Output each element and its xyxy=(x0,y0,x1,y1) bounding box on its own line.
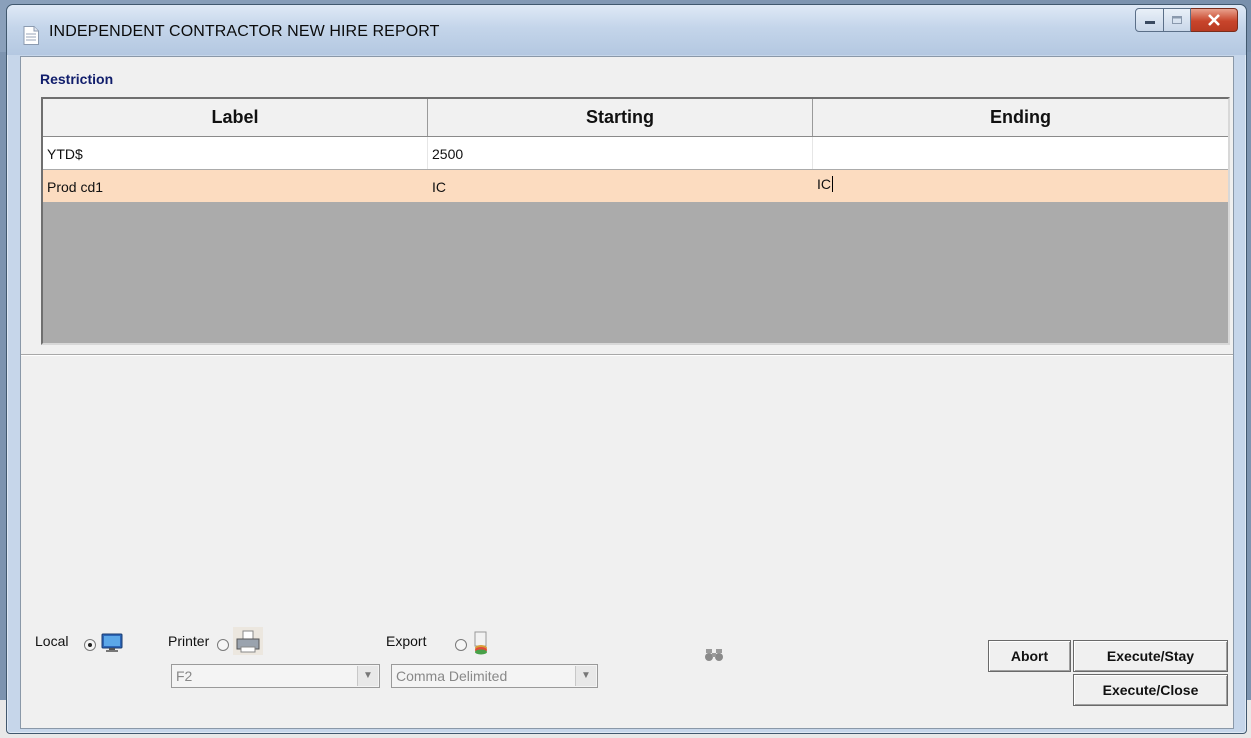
cell-ending-editing[interactable]: IC xyxy=(813,170,1228,202)
binoculars-icon[interactable] xyxy=(704,647,724,663)
export-format-select[interactable]: Comma Delimited ▼ xyxy=(391,664,598,688)
local-radio[interactable] xyxy=(84,639,96,651)
chevron-down-icon[interactable]: ▼ xyxy=(575,666,596,686)
export-icon xyxy=(474,631,487,655)
printer-label: Printer xyxy=(168,633,210,649)
table-row[interactable]: YTD$ 2500 xyxy=(43,137,1228,169)
minimize-icon xyxy=(1144,21,1155,24)
text-caret xyxy=(832,176,833,192)
chevron-down-icon[interactable]: ▼ xyxy=(357,666,378,686)
execute-stay-button[interactable]: Execute/Stay xyxy=(1073,640,1228,672)
column-header-label[interactable]: Label xyxy=(43,99,428,136)
export-radio[interactable] xyxy=(455,639,467,651)
close-icon xyxy=(1208,14,1220,26)
printer-select-value: F2 xyxy=(176,668,193,684)
cell-starting[interactable]: 2500 xyxy=(428,137,813,169)
restriction-section-label: Restriction xyxy=(40,71,114,87)
cell-ending[interactable] xyxy=(813,137,1228,169)
monitor-icon xyxy=(101,633,123,652)
table-row-selected[interactable]: Prod cd1 IC IC xyxy=(43,170,1228,202)
client-area: Restriction Label Starting Ending YTD$ 2… xyxy=(20,56,1234,729)
restriction-grid[interactable]: Label Starting Ending YTD$ 2500 Prod cd1… xyxy=(41,97,1230,345)
window-title: INDEPENDENT CONTRACTOR NEW HIRE REPORT xyxy=(49,23,440,40)
window-controls xyxy=(1135,8,1238,32)
cell-starting[interactable]: IC xyxy=(428,170,813,202)
cell-label[interactable]: Prod cd1 xyxy=(43,170,428,202)
export-label: Export xyxy=(386,633,427,649)
export-select-value: Comma Delimited xyxy=(396,668,508,684)
printer-radio[interactable] xyxy=(217,639,229,651)
document-icon xyxy=(23,26,39,45)
abort-button[interactable]: Abort xyxy=(988,640,1071,672)
maximize-icon xyxy=(1172,16,1182,24)
local-label: Local xyxy=(35,633,69,649)
report-window: INDEPENDENT CONTRACTOR NEW HIRE REPORT R… xyxy=(6,4,1247,734)
printer-icon xyxy=(233,627,263,655)
cell-ending-value: IC xyxy=(817,176,831,192)
column-header-ending[interactable]: Ending xyxy=(813,99,1228,136)
column-header-starting[interactable]: Starting xyxy=(428,99,813,136)
separator xyxy=(21,354,1233,356)
cell-label[interactable]: YTD$ xyxy=(43,137,428,169)
minimize-button[interactable] xyxy=(1135,8,1164,32)
printer-select[interactable]: F2 ▼ xyxy=(171,664,380,688)
close-button[interactable] xyxy=(1191,8,1238,32)
title-bar[interactable]: INDEPENDENT CONTRACTOR NEW HIRE REPORT xyxy=(7,5,1246,55)
grid-header: Label Starting Ending xyxy=(43,99,1228,137)
execute-close-button[interactable]: Execute/Close xyxy=(1073,674,1228,706)
maximize-button[interactable] xyxy=(1164,8,1191,32)
